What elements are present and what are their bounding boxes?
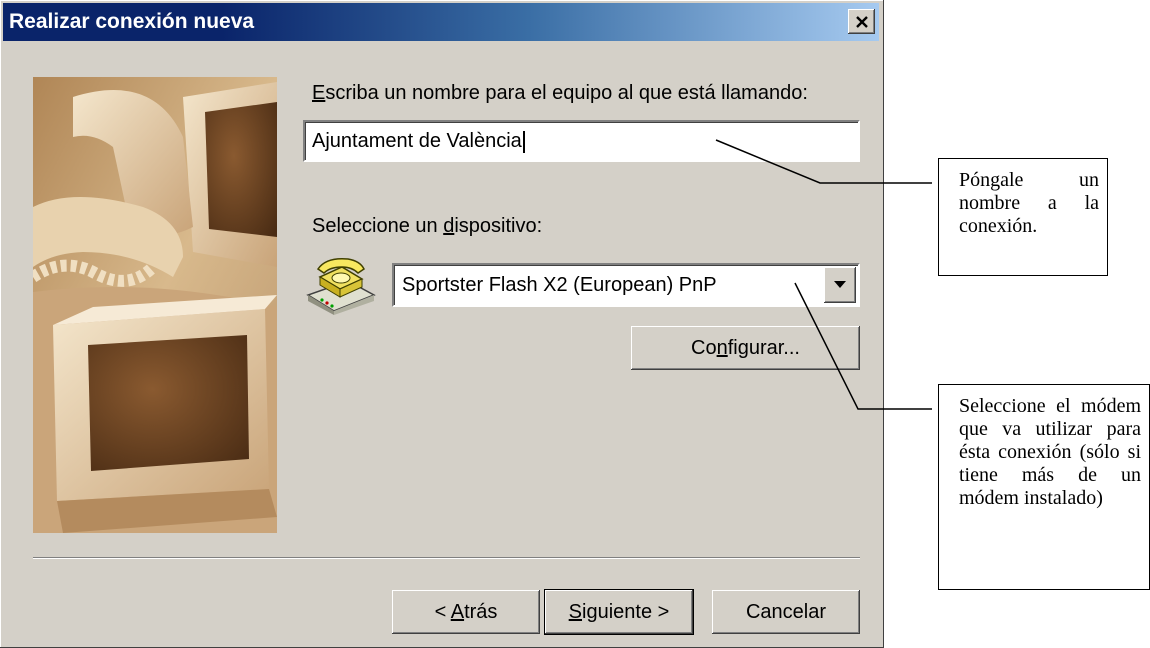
cancel-button[interactable]: Cancelar <box>712 590 860 634</box>
close-button[interactable] <box>848 9 875 34</box>
chevron-down-icon <box>834 281 846 288</box>
device-select[interactable]: Sportster Flash X2 (European) PnP <box>392 263 860 307</box>
back-button[interactable]: < Atrás <box>392 590 540 634</box>
name-callout-note: Póngale un nombre a la conexión. <box>938 158 1108 276</box>
separator <box>33 557 860 559</box>
telephone-modem-icon <box>306 257 376 315</box>
name-field-label: Escriba un nombre para el equipo al que … <box>312 82 808 104</box>
device-select-dropdown-button[interactable] <box>824 267 856 303</box>
title-bar[interactable]: Realizar conexión nueva <box>3 3 879 41</box>
window-title: Realizar conexión nueva <box>9 10 255 33</box>
device-label: Seleccione un dispositivo: <box>312 215 543 237</box>
next-button[interactable]: Siguiente > <box>545 590 693 634</box>
wizard-illustration <box>33 77 277 533</box>
close-icon <box>855 15 868 28</box>
configure-button[interactable]: Configurar... <box>631 326 860 370</box>
new-connection-dialog: Realizar conexión nueva Escriba un nombr… <box>0 0 884 648</box>
connection-name-input[interactable]: Ajuntament de València <box>303 120 860 162</box>
device-select-value: Sportster Flash X2 (European) PnP <box>402 274 717 296</box>
modem-callout-note: Seleccione el módem que va utilizar para… <box>938 384 1150 590</box>
